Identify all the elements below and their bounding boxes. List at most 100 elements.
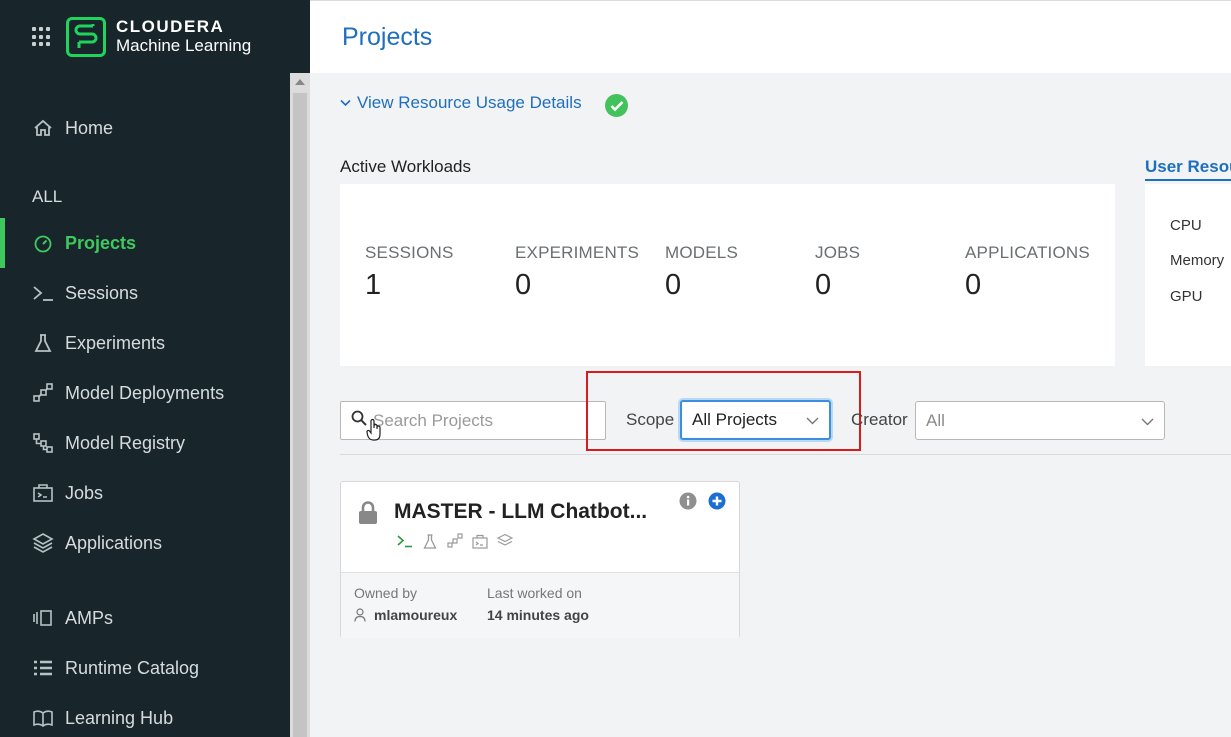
scope-selected-value: All Projects xyxy=(692,410,778,429)
home-icon xyxy=(32,117,54,139)
book-icon xyxy=(32,707,54,729)
sidebar-item-label: Home xyxy=(65,117,114,138)
sidebar-item-label: Jobs xyxy=(65,482,104,503)
flask-icon xyxy=(421,532,439,550)
sidebar-item-home[interactable]: Home xyxy=(0,108,290,148)
sidebar-item-projects[interactable]: Projects xyxy=(0,218,290,268)
creator-label: Creator xyxy=(851,410,908,429)
active-workloads-title: Active Workloads xyxy=(340,157,472,176)
info-icon[interactable] xyxy=(679,492,697,515)
scope-label: Scope xyxy=(626,410,675,429)
sidebar-item-label: Model Registry xyxy=(65,432,186,453)
sidebar-scrollbar[interactable] xyxy=(290,73,310,737)
view-resource-usage-link[interactable]: View Resource Usage Details xyxy=(340,93,582,113)
scope-select[interactable]: All Projects xyxy=(680,400,831,440)
sidebar-item-amps[interactable]: AMPs xyxy=(0,598,290,638)
add-circle-icon[interactable] xyxy=(708,492,726,515)
stat-label: EXPERIMENTS xyxy=(515,243,640,262)
stat-applications: APPLICATIONS 0 xyxy=(965,243,1090,302)
layers-icon xyxy=(32,532,54,554)
filters-divider xyxy=(340,454,1231,455)
user-icon xyxy=(354,608,366,622)
view-resource-usage-label: View Resource Usage Details xyxy=(357,93,582,112)
active-workloads-card: SESSIONS 1 EXPERIMENTS 0 MODELS 0 JOBS 0… xyxy=(340,184,1115,366)
sidebar-item-label: Model Deployments xyxy=(65,382,225,403)
stat-label: APPLICATIONS xyxy=(965,243,1090,262)
sidebar: CLOUDERA Machine Learning Home ALL Proje… xyxy=(0,0,310,737)
owner-name: mlamoureux xyxy=(374,607,458,623)
app-grid-icon[interactable] xyxy=(32,27,52,47)
stat-value: 0 xyxy=(515,269,532,301)
sidebar-item-sessions[interactable]: Sessions xyxy=(0,273,290,313)
project-title[interactable]: MASTER - LLM Chatbot... xyxy=(394,500,647,524)
sidebar-item-model-registry[interactable]: Model Registry xyxy=(0,423,290,463)
lock-icon xyxy=(358,501,378,530)
last-worked-label: Last worked on xyxy=(487,585,582,601)
model-deployments-icon xyxy=(446,532,464,550)
project-card-footer: Owned by mlamoureux Last worked on 14 mi… xyxy=(341,572,739,638)
layers-icon xyxy=(496,532,514,550)
stat-label: MODELS xyxy=(665,243,738,262)
sidebar-item-runtime-catalog[interactable]: Runtime Catalog xyxy=(0,648,290,688)
chevron-down-icon xyxy=(340,96,351,110)
scroll-up-arrow-icon[interactable] xyxy=(295,79,305,85)
chevron-down-icon xyxy=(806,410,819,430)
project-card[interactable]: MASTER - LLM Chatbot... Owned by mlamour… xyxy=(340,481,740,638)
last-worked-value: 14 minutes ago xyxy=(487,607,589,623)
stat-label: JOBS xyxy=(815,243,861,262)
stat-experiments: EXPERIMENTS 0 xyxy=(515,243,639,302)
search-input[interactable] xyxy=(373,410,573,431)
sidebar-item-label: AMPs xyxy=(65,607,114,628)
sidebar-item-jobs[interactable]: Jobs xyxy=(0,473,290,513)
brand-name: CLOUDERA xyxy=(116,17,225,37)
sidebar-item-label: Applications xyxy=(65,532,163,553)
list-icon xyxy=(32,657,54,679)
amps-icon xyxy=(32,607,54,629)
tab-user-resources[interactable]: User Resou xyxy=(1145,157,1231,181)
stat-sessions: SESSIONS 1 xyxy=(365,243,454,302)
stat-label: SESSIONS xyxy=(365,243,454,262)
creator-selected-value: All xyxy=(926,410,945,430)
cloudera-logo-icon xyxy=(66,17,106,57)
jobs-icon xyxy=(32,482,54,504)
terminal-icon xyxy=(396,532,414,550)
stat-jobs: JOBS 0 xyxy=(815,243,860,302)
page-title: Projects xyxy=(342,23,433,51)
hand-cursor-icon xyxy=(366,418,382,447)
sidebar-item-label: Learning Hub xyxy=(65,707,174,728)
sidebar-item-model-deployments[interactable]: Model Deployments xyxy=(0,373,290,413)
gauge-icon xyxy=(32,232,54,254)
stat-value: 0 xyxy=(965,269,982,301)
sidebar-item-label: Runtime Catalog xyxy=(65,657,200,678)
resource-gpu-label: GPU xyxy=(1170,288,1203,305)
owned-by-label: Owned by xyxy=(354,585,418,601)
sidebar-item-learning-hub[interactable]: Learning Hub xyxy=(0,698,290,737)
user-resources-card: CPU Memory GPU xyxy=(1145,184,1231,366)
search-icon xyxy=(351,410,367,431)
owner[interactable]: mlamoureux xyxy=(354,607,457,623)
model-deployments-icon xyxy=(32,382,54,404)
chevron-down-icon xyxy=(1141,411,1154,431)
resource-memory-label: Memory xyxy=(1170,252,1225,269)
jobs-icon xyxy=(471,532,489,550)
stat-value: 0 xyxy=(815,269,832,301)
sidebar-item-label: Experiments xyxy=(65,332,166,353)
sidebar-item-label: Sessions xyxy=(65,282,139,303)
model-registry-icon xyxy=(32,432,54,454)
flask-icon xyxy=(32,332,54,354)
resource-cpu-label: CPU xyxy=(1170,217,1202,234)
scrollbar-thumb[interactable] xyxy=(293,93,307,737)
stat-value: 1 xyxy=(365,269,382,301)
check-circle-icon xyxy=(605,94,628,117)
page-header: Projects xyxy=(310,0,1231,73)
sidebar-item-applications[interactable]: Applications xyxy=(0,523,290,563)
sidebar-item-label: Projects xyxy=(65,232,137,253)
sidebar-item-experiments[interactable]: Experiments xyxy=(0,323,290,363)
brand-product: Machine Learning xyxy=(116,36,252,55)
stat-value: 0 xyxy=(665,269,682,301)
stat-models: MODELS 0 xyxy=(665,243,738,302)
brand: CLOUDERA Machine Learning xyxy=(32,16,251,58)
nav-section-label: ALL xyxy=(32,187,63,206)
project-feature-icons xyxy=(396,532,514,550)
creator-select[interactable]: All xyxy=(915,401,1165,440)
